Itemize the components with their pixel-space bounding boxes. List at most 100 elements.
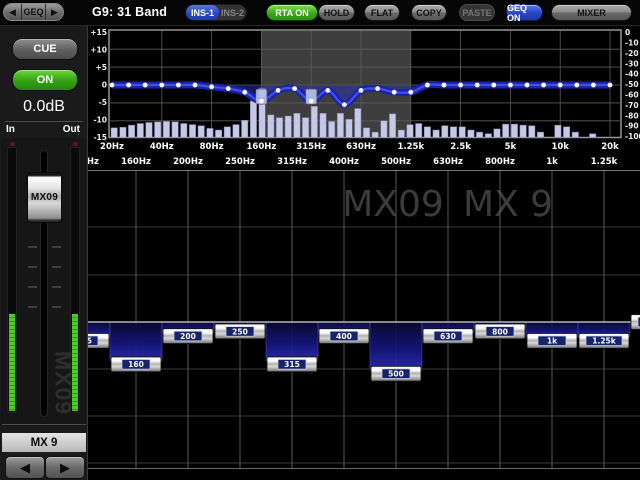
- rta-bar: [590, 134, 596, 138]
- fader-tick: [52, 286, 61, 288]
- rta-bar: [563, 127, 569, 138]
- gain-axis-label: 0: [102, 81, 107, 90]
- fader-tick: [28, 286, 37, 288]
- rta-bar: [450, 127, 456, 138]
- geq-band-fader-1.6k[interactable]: 1.6k: [631, 315, 640, 330]
- band-dot-6.3k: [525, 83, 530, 88]
- rta-bar: [372, 132, 378, 137]
- rta-bar: [111, 128, 117, 138]
- flat-button[interactable]: FLAT: [364, 4, 400, 21]
- geq-band-fader-630[interactable]: 630: [423, 329, 473, 344]
- geq-band-fader-1.25k[interactable]: 1.25k: [579, 333, 629, 348]
- tab-ins-2[interactable]: INS-2: [219, 8, 246, 18]
- band-dot-100: [226, 86, 231, 91]
- geq-next-arrow-icon[interactable]: ▶: [46, 4, 63, 20]
- channel-fader-handle[interactable]: MX09: [27, 172, 62, 223]
- band-dot-1.6k: [425, 83, 430, 88]
- band-cut-fill-315: [266, 322, 318, 361]
- rta-bar: [189, 125, 195, 138]
- rta-bar: [294, 113, 300, 137]
- divider: [2, 424, 86, 425]
- fader-freq-label: 630Hz: [433, 157, 463, 167]
- band-dot-16k: [591, 83, 596, 88]
- band-dot-63: [193, 83, 198, 88]
- geq-selector[interactable]: ◀ GEQ ▶: [3, 3, 64, 21]
- rta-bar: [250, 101, 256, 138]
- fader-freq-label: 200Hz: [173, 157, 203, 167]
- rta-on-button[interactable]: RTA ON: [266, 4, 318, 21]
- geq-band-fader-800[interactable]: 800: [475, 324, 525, 339]
- channel-id-watermark: MX09: [50, 351, 77, 415]
- geq-band-fader-400[interactable]: 400: [319, 329, 369, 344]
- overview-freq-label: 160Hz: [246, 142, 276, 152]
- band-dot-10k: [558, 83, 563, 88]
- tab-ins-1[interactable]: INS-1: [186, 5, 219, 20]
- overview-freq-label: 2.5k: [450, 142, 471, 152]
- band-dot-1k: [392, 90, 397, 95]
- geq-band-fader-250[interactable]: 250: [215, 324, 265, 339]
- band-dot-20k: [608, 83, 613, 88]
- divider: [5, 121, 83, 122]
- watermark-id: MX09: [342, 184, 444, 225]
- rta-axis-label: -60: [625, 91, 639, 100]
- overview-freq-label: 5k: [505, 142, 517, 152]
- rta-axis-label: 0: [625, 28, 630, 37]
- copy-button[interactable]: COPY: [411, 4, 447, 21]
- rta-bar: [320, 113, 326, 137]
- geq-prev-arrow-icon[interactable]: ◀: [4, 4, 21, 20]
- fader-freq-label: 250Hz: [225, 157, 255, 167]
- geq-band-fader-160[interactable]: 160: [111, 357, 161, 372]
- geq-on-button[interactable]: GEQ ON: [506, 4, 543, 21]
- fader-freq-label: 400Hz: [329, 157, 359, 167]
- rta-bar: [459, 127, 465, 138]
- band-dot-250: [292, 86, 297, 91]
- band-dot-12.5k: [574, 83, 579, 88]
- fader-cap-label: 315: [284, 360, 300, 369]
- fader-freq-label: 160Hz: [121, 157, 151, 167]
- rta-bar: [407, 125, 413, 138]
- insert-toggle[interactable]: INS-1 INS-2: [185, 4, 247, 21]
- hold-button[interactable]: HOLD: [318, 4, 355, 21]
- band-dot-40: [159, 83, 164, 88]
- gain-axis-label: +5: [95, 63, 107, 72]
- rta-bar: [494, 129, 500, 138]
- rta-bar: [398, 130, 404, 138]
- prev-channel-button[interactable]: ◀: [5, 456, 45, 479]
- geq-band-fader-1k[interactable]: 1k: [527, 333, 577, 348]
- meter-fill-in: [9, 314, 15, 411]
- fader-tick: [52, 266, 61, 268]
- rta-axis-label: -30: [625, 59, 639, 68]
- mixer-button[interactable]: MIXER: [551, 4, 632, 21]
- geq-band-fader-315[interactable]: 315: [267, 357, 317, 372]
- band-dot-500: [342, 102, 347, 107]
- rta-bar: [346, 119, 352, 137]
- geq-band-fader-125[interactable]: 125: [88, 333, 109, 348]
- overview-freq-label: 315Hz: [296, 142, 326, 152]
- cue-button[interactable]: CUE: [12, 38, 78, 60]
- fader-cap-label: 250: [232, 327, 248, 336]
- top-toolbar: G9: 31 Band INS-1 INS-2 RTA ON HOLD FLAT…: [0, 0, 640, 26]
- band-cut-fill-160: [110, 322, 162, 361]
- fader-cap-label: 630: [440, 332, 456, 341]
- rta-bar: [207, 128, 213, 137]
- rta-bar: [181, 124, 187, 138]
- overview-freq-label: 10k: [551, 142, 569, 152]
- geq-band-fader-500[interactable]: 500: [371, 366, 421, 381]
- band-dot-2.5k: [458, 83, 463, 88]
- band-dot-315: [309, 99, 314, 104]
- geq-band-fader-200[interactable]: 200: [163, 329, 213, 344]
- rta-axis-label: -100: [625, 132, 640, 141]
- fader-cap-label: 160: [128, 360, 144, 369]
- gain-axis-label: -5: [99, 98, 107, 107]
- on-button[interactable]: ON: [12, 69, 78, 91]
- next-channel-button[interactable]: ▶: [45, 456, 85, 479]
- rta-bar: [137, 124, 143, 138]
- band-dot-800: [375, 86, 380, 91]
- fader-cap-label: 500: [388, 370, 404, 379]
- rta-axis-label: -90: [625, 122, 639, 131]
- rta-bar: [155, 122, 161, 138]
- rta-bar: [476, 132, 482, 137]
- fader-freq-label: 125Hz: [88, 157, 99, 167]
- fader-freq-label: 315Hz: [277, 157, 307, 167]
- band-dot-630: [359, 88, 364, 93]
